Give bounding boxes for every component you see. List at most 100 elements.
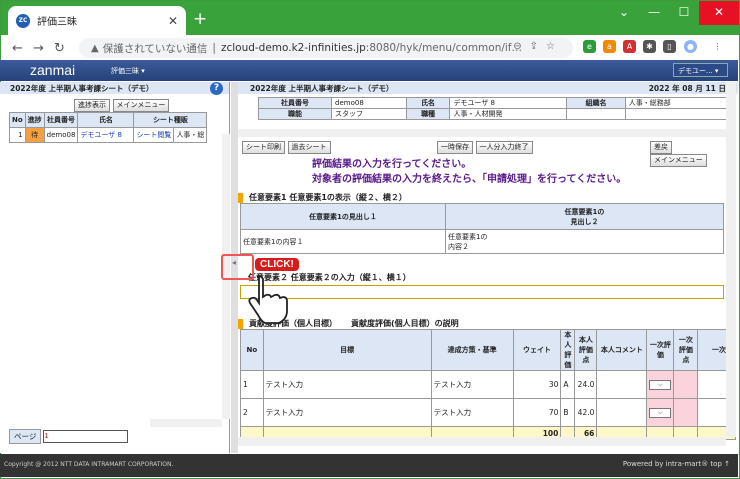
label: 氏名 <box>405 97 451 109</box>
temp-save-button[interactable]: 一時保存 <box>437 141 473 154</box>
label: 社員番号 <box>257 97 333 109</box>
right-scrollbar[interactable] <box>726 82 736 437</box>
status-badge: 待 <box>24 127 45 143</box>
reject-button[interactable]: 差戻 <box>650 141 672 154</box>
warning-icon: ▲ <box>91 42 99 54</box>
done-button[interactable]: 一人分入力終了 <box>475 141 533 154</box>
maximize-icon[interactable]: ☐ <box>669 1 699 25</box>
table-row: 2 テスト入力 テスト入力 70 B 42.0 ⌵ <box>240 398 736 427</box>
right-main-menu-button[interactable]: メインメニュー <box>650 154 707 167</box>
msg-line: 対象者の評価結果の入力を終えたら、「申請処理」を行ってください。 <box>312 174 627 185</box>
table-row[interactable]: 1 待 demo08 デモユーザ 8 シート閲覧 人事・総 <box>9 127 208 143</box>
value: デモユーザ 8 <box>449 97 568 109</box>
value: 人事・人材開発 <box>449 108 568 120</box>
first-score-cell <box>673 398 699 427</box>
browser-tab[interactable]: ZC 評価三昧 ✕ <box>8 6 186 35</box>
reload-icon[interactable]: ↻ <box>49 41 70 56</box>
comment-cell <box>596 370 648 399</box>
window-close-icon[interactable]: ✕ <box>699 1 739 25</box>
info-table: 社員番号 demo08 氏名 デモユーザ 8 組織名 人事・総務部 職能 スタッ… <box>257 97 729 120</box>
print-button[interactable]: シート印刷 <box>242 141 285 154</box>
extensions-icon[interactable]: ✱ <box>643 40 656 53</box>
section-heading: 任意要素1 任意要素1の表示（縦２、横２） <box>238 192 407 203</box>
kebab-menu-icon[interactable]: ⋮ <box>711 40 724 53</box>
app-footer: Copyright @ 2012 NTT DATA INTRAMART CORP… <box>0 454 738 477</box>
col-header: 氏名 <box>77 112 135 128</box>
sheet-link[interactable]: シート閲覧 <box>133 127 175 143</box>
page-input[interactable] <box>43 430 129 443</box>
tab-strip: ZC 評価三昧 ✕ + ⌄ — ☐ ✕ <box>1 1 739 35</box>
left-hscrollbar[interactable] <box>150 419 222 427</box>
right-title-text: 2022年度 上半期人事考課シート（デモ） <box>250 84 394 93</box>
main-menu-button[interactable]: メインメニュー <box>112 99 170 112</box>
col-header: No <box>240 329 264 371</box>
col-header: 目標 <box>262 329 432 371</box>
col-header: No <box>9 112 26 128</box>
col-header: 本人評価 <box>560 329 576 371</box>
address-bar[interactable]: ▲ 保護されていない通信 | zcloud-demo.k2-infinities… <box>79 38 573 58</box>
app-menu[interactable]: 評価三昧 ▾ <box>111 66 145 76</box>
eval-select[interactable]: ⌵ <box>649 408 672 418</box>
col-header: 進捗 <box>24 112 45 128</box>
row-name[interactable]: デモユーザ 8 <box>77 127 135 143</box>
close-tab-icon[interactable]: ✕ <box>168 14 178 28</box>
row-extra: 人事・総 <box>173 127 208 143</box>
help-icon[interactable]: ? <box>210 82 223 95</box>
value: demo08 <box>331 97 407 109</box>
past-sheet-button[interactable]: 過去シート <box>287 141 331 154</box>
favicon-icon: ZC <box>16 13 30 28</box>
back-icon[interactable]: ← <box>7 41 28 56</box>
eval-select[interactable]: ⌵ <box>649 380 672 390</box>
row-no: 1 <box>240 370 264 399</box>
browser-toolbar: ← → ↻ ▲ 保護されていない通信 | zcloud-demo.k2-infi… <box>1 35 739 61</box>
col-header: シート種販 <box>133 112 208 128</box>
amazon-icon[interactable]: a <box>603 40 616 53</box>
info-hscrollbar[interactable] <box>238 129 728 137</box>
profile-icon[interactable]: ● <box>684 40 697 53</box>
score-cell: 42.0 <box>574 398 598 427</box>
col-header: 社員番号 <box>43 112 79 128</box>
chevron-down-icon[interactable]: ⌄ <box>609 1 639 25</box>
app-logo: zanmai <box>30 62 76 78</box>
section-title: 任意要素1 任意要素1の表示（縦２、横２） <box>249 193 407 202</box>
msg-line: 評価結果の入力を行ってください。 <box>312 159 472 170</box>
evernote-icon[interactable]: e <box>583 40 596 53</box>
pager: ページ <box>9 429 129 444</box>
progress-button[interactable]: 進捗表示 <box>74 99 110 112</box>
t1-cell: 任意要素1の 内容２ <box>445 229 724 254</box>
page-label: ページ <box>9 429 42 444</box>
forward-icon[interactable]: → <box>28 41 49 56</box>
goal-table: No 目標 達成方策・基準 ウェイト 本人評価 本人評価点 本人コメント 一次評… <box>240 329 736 440</box>
powered-by[interactable]: Powered by intra-mart® top ↑ <box>623 460 730 468</box>
sidepanel-icon[interactable]: ▯ <box>663 40 676 53</box>
new-tab-icon[interactable]: + <box>193 9 207 29</box>
minimize-icon[interactable]: — <box>639 1 669 25</box>
label: 職種 <box>405 108 451 120</box>
score-cell: 24.0 <box>574 370 598 399</box>
optional-input[interactable] <box>240 285 724 299</box>
goal-cell: テスト入力 <box>262 370 432 399</box>
method-cell: テスト入力 <box>430 398 514 427</box>
col-header: 本人コメント <box>596 329 648 371</box>
grade-cell: B <box>560 398 576 427</box>
label: 職能 <box>257 108 333 120</box>
method-cell: テスト入力 <box>430 370 514 399</box>
app-header: zanmai 評価三昧 ▾ デモユー... ▾ <box>0 60 738 81</box>
right-pane: 2022年度 上半期人事考課シート（デモ） 2022 年 08 月 11 日 社… <box>238 82 738 453</box>
omnibox-actions-icon[interactable]: ⊖⇪☆ <box>513 41 563 52</box>
url-path: :8080/hyk/menu/common/if… <box>365 42 522 54</box>
user-menu[interactable]: デモユー... ▾ <box>673 63 728 77</box>
col-header: 本人評価点 <box>574 329 598 371</box>
tab-title: 評価三昧 <box>37 17 77 28</box>
right-title: 2022年度 上半期人事考課シート（デモ） 2022 年 08 月 11 日 <box>238 82 738 94</box>
left-pane: 2022年度 上半期人事考課シート（デモ） ? 進捗表示 メインメニュー No … <box>0 82 230 453</box>
url-host: zcloud-demo.k2-infinities.jp <box>220 42 366 54</box>
pointer-hand-icon <box>248 275 288 324</box>
t1-cell: 任意要素1の内容１ <box>240 229 446 254</box>
copyright-text: Copyright @ 2012 NTT DATA INTRAMART CORP… <box>4 461 174 468</box>
date-text: 2022 年 08 月 11 日 <box>648 84 726 93</box>
goal-cell: テスト入力 <box>262 398 432 427</box>
right-hscrollbar[interactable] <box>238 437 726 446</box>
pdf-icon[interactable]: A <box>623 40 636 53</box>
grade-cell: A <box>560 370 576 399</box>
